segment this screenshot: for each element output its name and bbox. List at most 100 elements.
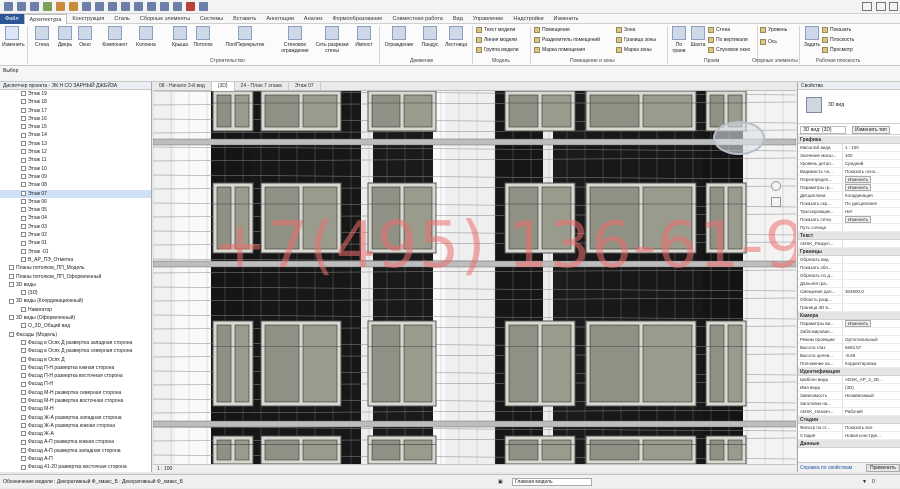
browser-tree-item[interactable]: Этаж 10 bbox=[0, 165, 151, 173]
browser-tree-item[interactable]: Этаж 11 bbox=[0, 156, 151, 164]
property-value[interactable]: Рабочий bbox=[842, 408, 900, 415]
minimize-icon[interactable] bbox=[862, 2, 872, 11]
mullion-button[interactable]: Импост bbox=[354, 26, 374, 48]
measure-icon[interactable] bbox=[95, 2, 104, 11]
steering-wheel-icon[interactable] bbox=[771, 181, 781, 191]
tree-toggle-icon[interactable] bbox=[21, 132, 26, 138]
browser-tree-item[interactable]: Фасад М-Н развертка северная сторона bbox=[0, 389, 151, 397]
property-value[interactable]: Средний bbox=[842, 160, 900, 167]
property-value[interactable] bbox=[842, 304, 900, 311]
save-icon[interactable] bbox=[30, 2, 39, 11]
browser-tree-item[interactable]: Фасад Ж-А развертка южная сторона bbox=[0, 422, 151, 430]
browser-tree-item[interactable]: Этаж 07 bbox=[0, 189, 151, 198]
browser-tree-item[interactable]: Фасад в Осях Д развертка северная сторон… bbox=[0, 347, 151, 355]
viewcube-icon[interactable] bbox=[713, 121, 765, 155]
properties-help-link[interactable]: Справка по свойствам bbox=[800, 463, 852, 472]
tree-toggle-icon[interactable] bbox=[21, 207, 26, 213]
ribbon-tab[interactable]: Сталь bbox=[109, 14, 135, 24]
browser-tree-item[interactable]: Фасад П-Н bbox=[0, 380, 151, 388]
switch-windows-icon[interactable] bbox=[186, 2, 195, 11]
browser-tree-item[interactable]: Фасад М-Н развертка восточная сторона bbox=[0, 397, 151, 405]
level-button[interactable]: Уровень bbox=[760, 26, 787, 34]
browser-tree-item[interactable]: Фасад в Осях Д развертка западная сторон… bbox=[0, 339, 151, 347]
view-scale[interactable]: 1 : 100 bbox=[157, 466, 172, 472]
area-boundary-button[interactable]: Граница зоны bbox=[616, 36, 656, 44]
ribbon-tab[interactable]: Аннотации bbox=[261, 14, 299, 24]
property-value[interactable]: Независимый bbox=[842, 392, 900, 399]
ribbon-tab[interactable]: Надстройки bbox=[508, 14, 548, 24]
property-value[interactable]: Ортогональный bbox=[842, 336, 900, 343]
browser-tree-item[interactable]: Фасад А-П bbox=[0, 455, 151, 463]
tree-toggle-icon[interactable] bbox=[21, 431, 26, 437]
browser-tree-item[interactable]: Этаж 15 bbox=[0, 123, 151, 131]
browser-tree-item[interactable]: Этаж 12 bbox=[0, 148, 151, 156]
tree-toggle-icon[interactable] bbox=[9, 273, 14, 279]
tree-toggle-icon[interactable] bbox=[21, 140, 26, 146]
room-separator-button[interactable]: Разделитель помещений bbox=[534, 36, 600, 44]
browser-tree-item[interactable]: Фасад Ж-А bbox=[0, 430, 151, 438]
browser-tree-item[interactable]: Этаж 16 bbox=[0, 115, 151, 123]
tree-toggle-icon[interactable] bbox=[21, 248, 26, 254]
property-value[interactable] bbox=[842, 240, 900, 247]
tree-toggle-icon[interactable] bbox=[21, 215, 26, 221]
tree-toggle-icon[interactable] bbox=[21, 149, 26, 155]
property-value[interactable] bbox=[842, 328, 900, 335]
column-button[interactable]: Колонна bbox=[136, 26, 156, 48]
ribbon-tab[interactable]: Системы bbox=[195, 14, 228, 24]
by-face-button[interactable]: По грани bbox=[669, 26, 689, 54]
ribbon-tab[interactable]: Вид bbox=[448, 14, 468, 24]
door-button[interactable]: Дверь bbox=[55, 26, 75, 48]
browser-tree-item[interactable]: Фасады (Модель) bbox=[0, 331, 151, 339]
app-logo-icon[interactable] bbox=[4, 2, 13, 11]
property-value[interactable]: По дисциплине bbox=[842, 200, 900, 207]
tree-toggle-icon[interactable] bbox=[21, 439, 26, 445]
instance-selector-dropdown[interactable]: 3D вид: {3D} bbox=[800, 126, 846, 134]
design-option-dropdown[interactable]: Главная модель bbox=[512, 478, 592, 486]
room-button[interactable]: Помещение bbox=[534, 26, 570, 34]
browser-tree-item[interactable]: Этаж 08 bbox=[0, 181, 151, 189]
ribbon-tab[interactable]: Архитектура bbox=[23, 13, 68, 24]
type-selector[interactable]: 3D вид bbox=[798, 90, 900, 124]
property-value[interactable]: ADSK_АР_3_3D... bbox=[842, 376, 900, 383]
property-group-header[interactable]: Данные bbox=[798, 440, 900, 448]
room-tag-button[interactable]: Марка помещения bbox=[534, 46, 585, 54]
tree-toggle-icon[interactable] bbox=[21, 414, 26, 420]
browser-tree-item[interactable]: 3D виды bbox=[0, 281, 151, 289]
tree-toggle-icon[interactable] bbox=[21, 323, 26, 329]
tree-toggle-icon[interactable] bbox=[21, 182, 26, 188]
tree-toggle-icon[interactable] bbox=[21, 356, 26, 362]
stair-button[interactable]: Лестница bbox=[443, 26, 469, 48]
vertical-opening-button[interactable]: По вертикали bbox=[708, 36, 748, 44]
browser-tree-item[interactable]: Фасад А-П развертка южная сторона bbox=[0, 438, 151, 446]
tree-toggle-icon[interactable] bbox=[21, 423, 26, 429]
dormer-button[interactable]: Слуховое окно bbox=[708, 46, 750, 54]
shaft-button[interactable]: Шахта bbox=[688, 26, 708, 48]
area-button[interactable]: Зона bbox=[616, 26, 635, 34]
tree-toggle-icon[interactable] bbox=[21, 364, 26, 370]
property-value[interactable] bbox=[842, 272, 900, 279]
property-value[interactable] bbox=[842, 400, 900, 407]
text-icon[interactable] bbox=[121, 2, 130, 11]
browser-tree-item[interactable]: Этаж 18 bbox=[0, 98, 151, 106]
tree-toggle-icon[interactable] bbox=[21, 232, 26, 238]
property-value[interactable]: Изменить bbox=[842, 320, 900, 327]
tree-toggle-icon[interactable] bbox=[21, 257, 26, 263]
tree-toggle-icon[interactable] bbox=[21, 165, 26, 171]
modify-button[interactable]: Изменить bbox=[2, 26, 25, 48]
browser-tree-item[interactable]: Этаж 17 bbox=[0, 107, 151, 115]
browser-tree-item[interactable]: Фасад П-Н развертка восточная сторона bbox=[0, 372, 151, 380]
property-group-header[interactable]: Текст bbox=[798, 232, 900, 240]
browser-tree-item[interactable]: В_АР_ПЭ_Отметка bbox=[0, 256, 151, 264]
browser-tree-item[interactable]: Этаж 02 bbox=[0, 231, 151, 239]
ribbon-tab[interactable]: Изменить bbox=[549, 14, 584, 24]
property-value[interactable]: Изменить bbox=[842, 176, 900, 183]
thin-lines-icon[interactable] bbox=[160, 2, 169, 11]
property-value[interactable] bbox=[842, 256, 900, 263]
ribbon-tab[interactable]: Сборные элементы bbox=[135, 14, 195, 24]
browser-tree-item[interactable]: {3D} bbox=[0, 289, 151, 297]
wall-button[interactable]: Стена bbox=[32, 26, 52, 48]
edit-type-button[interactable]: Изменить тип bbox=[852, 126, 890, 134]
tree-toggle-icon[interactable] bbox=[21, 348, 26, 354]
tree-toggle-icon[interactable] bbox=[9, 315, 14, 321]
view-tab[interactable]: {3D} bbox=[211, 82, 235, 91]
